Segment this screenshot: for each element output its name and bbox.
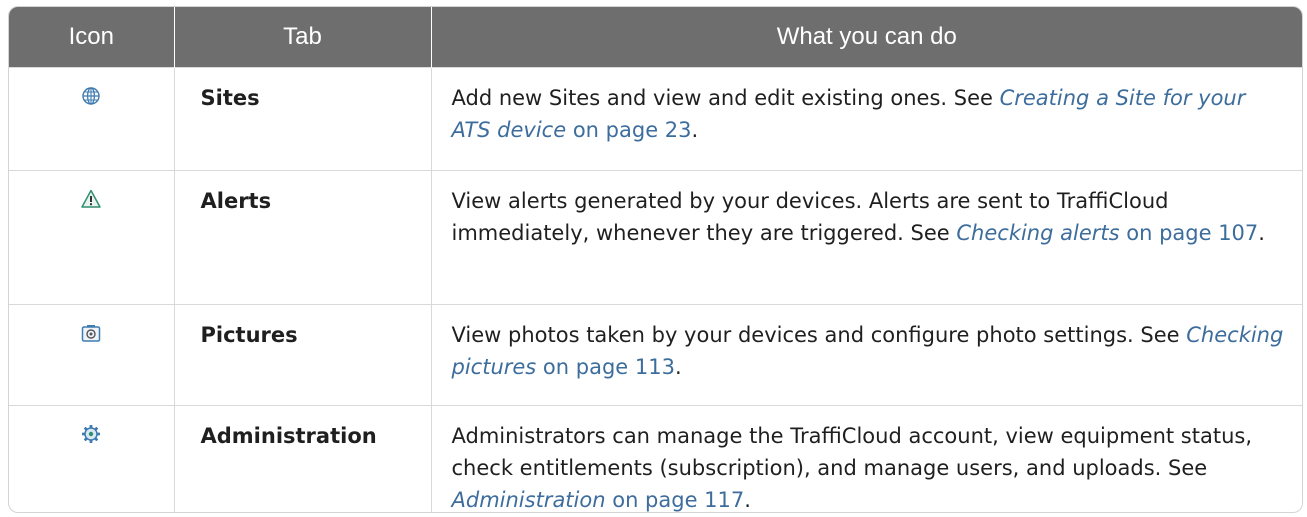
table-row: Pictures View photos taken by your devic… [9,304,1302,406]
description: Administrators can manage the TraffiClou… [431,405,1302,512]
description-end: . [674,355,682,379]
camera-icon [80,321,102,343]
tab-name: Pictures [174,304,432,406]
header-what-you-can-do: What you can do [431,7,1302,68]
header-row: Icon Tab What you can do [9,7,1302,68]
warning-icon [80,187,102,209]
tabs-reference-table: Icon Tab What you can do Sites Add new S… [8,6,1303,513]
link-page[interactable]: on page 117 [606,488,744,512]
icon-cell [9,67,175,171]
tab-name: Alerts [174,170,432,305]
description-end: . [744,488,751,512]
link-page[interactable]: on page 23 [566,118,692,142]
gear-icon [80,422,102,444]
header-icon: Icon [9,7,175,68]
link-title[interactable]: Checking alerts [956,221,1119,245]
description-end: . [1258,221,1265,245]
link-page[interactable]: on page 107 [1120,221,1258,245]
description-text: Add new Sites and view and edit existing… [451,86,1000,110]
table-row: Sites Add new Sites and view and edit ex… [9,67,1302,171]
link-page[interactable]: on page 113 [536,355,675,379]
description: Add new Sites and view and edit existing… [431,67,1302,171]
description: View photos taken by your devices and co… [431,304,1302,406]
description-text: View photos taken by your devices and co… [451,323,1187,347]
description-text: Administrators can manage the TraffiClou… [451,424,1253,480]
table: Icon Tab What you can do Sites Add new S… [9,7,1302,512]
table-row: Alerts View alerts generated by your dev… [9,170,1302,305]
table-row: Administration Administrators can manage… [9,405,1302,512]
link-title[interactable]: Administration [452,488,606,512]
tab-name: Administration [174,405,432,512]
icon-cell [9,170,175,305]
header-tab: Tab [174,7,432,68]
description-end: . [691,118,699,142]
icon-cell [9,304,175,406]
tab-name: Sites [174,67,432,171]
icon-cell [9,405,175,512]
globe-icon [80,84,102,106]
description: View alerts generated by your devices. A… [431,170,1302,305]
